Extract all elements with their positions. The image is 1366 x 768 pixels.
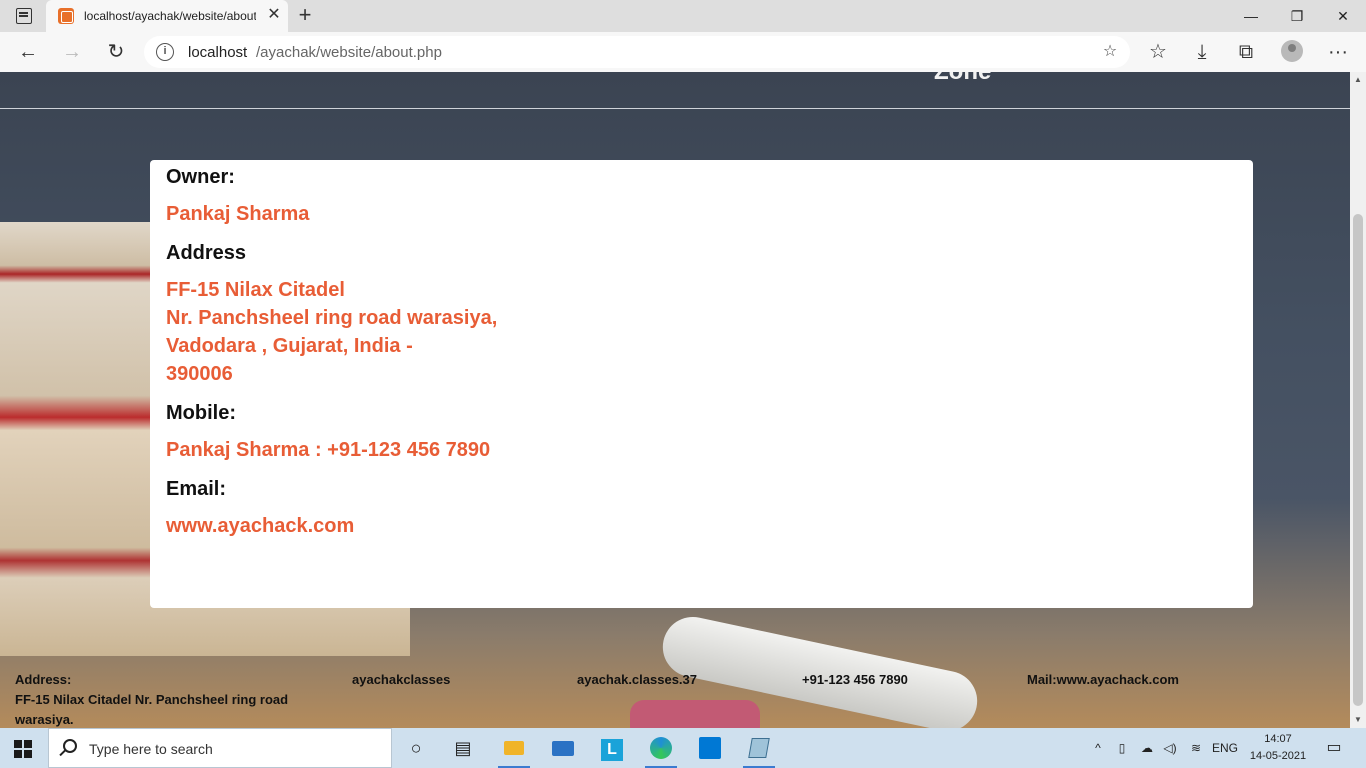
window-menu-icon[interactable] bbox=[16, 8, 32, 24]
settings-more-icon[interactable]: ··· bbox=[1322, 36, 1354, 68]
browser-toolbar: ← → ↻ i localhost /ayachak/website/about… bbox=[0, 32, 1366, 72]
page-scrollbar[interactable]: ▲ ▼ bbox=[1350, 72, 1366, 728]
tray-device-icon[interactable]: ▯ bbox=[1114, 728, 1130, 768]
notepad-app-icon[interactable] bbox=[739, 732, 779, 768]
address-line: FF-15 Nilax Citadel bbox=[166, 279, 345, 301]
browser-tab-active[interactable]: localhost/ayachak/website/about.php ✕ bbox=[46, 0, 288, 32]
email-label: Email: bbox=[166, 478, 227, 500]
background-eraser-image bbox=[630, 700, 760, 728]
windows-taskbar: Type here to search ○ ▤ L ^ ▯ ☁ ◁) ≋ ENG… bbox=[0, 728, 1366, 768]
file-explorer-icon[interactable] bbox=[494, 732, 534, 768]
mobile-value: Pankaj Sharma : +91-123 456 7890 bbox=[166, 439, 491, 461]
minimize-button[interactable]: — bbox=[1228, 0, 1274, 32]
address-label: Address bbox=[166, 242, 247, 264]
footer-address: Address: FF-15 Nilax Citadel Nr. Panchsh… bbox=[15, 670, 288, 728]
tab-close-button[interactable]: ✕ bbox=[264, 5, 284, 25]
footer-address-line: warasiya. bbox=[15, 712, 74, 727]
start-button[interactable] bbox=[14, 740, 32, 758]
profile-avatar[interactable] bbox=[1281, 40, 1303, 62]
search-placeholder: Type here to search bbox=[89, 741, 213, 757]
address-line: 390006 bbox=[166, 363, 233, 385]
task-view-icon[interactable]: ○ bbox=[396, 732, 436, 764]
scroll-down-icon[interactable]: ▼ bbox=[1350, 712, 1366, 728]
owner-name: Pankaj Sharma bbox=[166, 203, 310, 225]
onedrive-cloud-icon[interactable]: ☁ bbox=[1138, 728, 1156, 768]
mail-icon[interactable] bbox=[543, 732, 583, 764]
maximize-button[interactable]: ❐ bbox=[1274, 0, 1320, 32]
site-info-icon[interactable]: i bbox=[156, 43, 174, 61]
owner-label: Owner: bbox=[166, 166, 235, 188]
widgets-icon[interactable]: ▤ bbox=[443, 732, 483, 764]
collections-icon[interactable]: ⧉ bbox=[1230, 36, 1262, 68]
favorites-icon[interactable]: ☆ bbox=[1142, 36, 1174, 68]
wifi-icon[interactable]: ≋ bbox=[1186, 728, 1206, 768]
footer-address-line: FF-15 Nilax Citadel Nr. Panchsheel ring … bbox=[15, 692, 289, 707]
footer-phone: +91-123 456 7890 bbox=[802, 672, 908, 687]
taskbar-clock[interactable]: 14:07 14-05-2021 bbox=[1248, 731, 1308, 765]
clock-time: 14:07 bbox=[1264, 733, 1292, 745]
mobile-label: Mobile: bbox=[166, 402, 236, 424]
tab-title: localhost/ayachak/website/about.php bbox=[84, 9, 256, 23]
clock-date: 14-05-2021 bbox=[1249, 750, 1307, 762]
search-icon bbox=[63, 739, 77, 753]
forward-button[interactable]: → bbox=[56, 36, 88, 68]
refresh-button[interactable]: ↻ bbox=[100, 36, 132, 68]
edge-browser-icon[interactable] bbox=[641, 732, 681, 768]
back-button[interactable]: ← bbox=[12, 36, 44, 68]
volume-icon[interactable]: ◁) bbox=[1160, 728, 1180, 768]
language-indicator[interactable]: ENG bbox=[1210, 728, 1240, 768]
address-host: localhost bbox=[188, 44, 248, 61]
tray-overflow-icon[interactable]: ^ bbox=[1090, 728, 1106, 768]
email-link[interactable]: www.ayachack.com bbox=[166, 512, 354, 540]
new-tab-button[interactable]: + bbox=[294, 4, 316, 26]
contact-card: Owner: Pankaj Sharma Address FF-15 Nilax… bbox=[150, 160, 1253, 608]
scroll-up-icon[interactable]: ▲ bbox=[1350, 72, 1366, 88]
close-window-button[interactable]: ✕ bbox=[1320, 0, 1366, 32]
footer-instagram-link[interactable]: ayachakclasses bbox=[352, 670, 450, 690]
scrollbar-thumb[interactable] bbox=[1353, 214, 1363, 706]
header-fragment: Zone bbox=[934, 72, 991, 86]
address-line: Nr. Panchsheel ring road warasiya, bbox=[166, 307, 498, 329]
address-path: /ayachak/website/about.php bbox=[256, 44, 442, 61]
xampp-favicon-icon bbox=[58, 8, 74, 24]
header-divider bbox=[0, 108, 1350, 109]
store-icon[interactable] bbox=[690, 732, 730, 764]
page-viewport: Zone Owner: Pankaj Sharma Address FF-15 … bbox=[0, 72, 1350, 728]
l-app-icon[interactable]: L bbox=[592, 732, 632, 764]
downloads-icon[interactable]: ⤓ bbox=[1186, 36, 1218, 68]
notification-center-icon[interactable]: ▭ bbox=[1320, 728, 1348, 768]
add-favorite-icon[interactable]: ☆ bbox=[1098, 40, 1122, 64]
footer-mail-link[interactable]: Mail:www.ayachack.com bbox=[1027, 670, 1179, 690]
footer-address-label: Address: bbox=[15, 672, 72, 687]
browser-tabstrip: localhost/ayachak/website/about.php ✕ + … bbox=[0, 0, 1366, 32]
address-bar[interactable]: i localhost /ayachak/website/about.php ☆ bbox=[144, 36, 1130, 68]
footer-facebook-link[interactable]: ayachak.classes.37 bbox=[577, 670, 697, 690]
taskbar-search-box[interactable]: Type here to search bbox=[48, 728, 392, 768]
address-line: Vadodara , Gujarat, India - bbox=[166, 335, 413, 357]
